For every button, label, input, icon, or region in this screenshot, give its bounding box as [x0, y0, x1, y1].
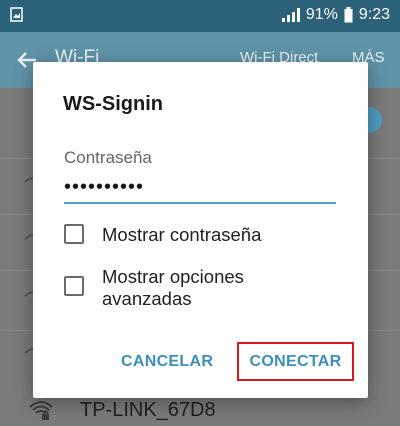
- wifi-locked-icon: [29, 401, 53, 420]
- status-bar: 91% 9:23: [0, 0, 400, 32]
- image-notification-icon: [10, 7, 23, 22]
- battery-percent: 91%: [305, 6, 338, 23]
- show-advanced-label: Mostrar opciones avanzadas: [102, 266, 244, 310]
- show-advanced-option[interactable]: Mostrar opciones avanzadas: [64, 266, 244, 310]
- show-advanced-label-line2: avanzadas: [102, 288, 192, 309]
- password-label: Contraseña: [64, 148, 152, 167]
- password-input[interactable]: [64, 172, 336, 204]
- dialog-title: WS-Signin: [63, 93, 163, 115]
- connect-button[interactable]: CONECTAR: [237, 342, 354, 381]
- cancel-button[interactable]: CANCELAR: [121, 353, 213, 371]
- show-password-checkbox[interactable]: [64, 224, 84, 244]
- show-advanced-checkbox[interactable]: [64, 276, 84, 296]
- show-password-option[interactable]: Mostrar contraseña: [64, 224, 261, 246]
- show-password-label: Mostrar contraseña: [102, 224, 262, 245]
- clock: 9:23: [358, 6, 390, 23]
- show-advanced-label-line1: Mostrar opciones: [102, 266, 244, 287]
- status-indicators: 91% 9:23: [281, 6, 390, 24]
- battery-icon: [344, 7, 353, 23]
- wifi-password-dialog: WS-Signin Contraseña Mostrar contraseña …: [33, 62, 368, 398]
- network-name: TP-LINK_67D8: [80, 399, 216, 421]
- signal-icon: [281, 8, 300, 22]
